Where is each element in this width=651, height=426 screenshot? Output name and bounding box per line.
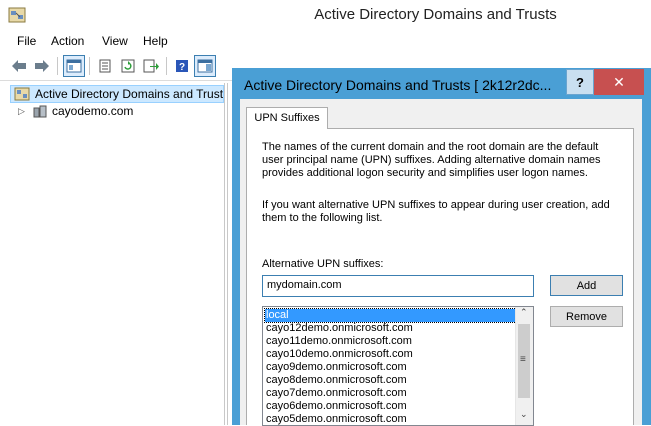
close-icon: ✕ — [613, 73, 625, 90]
domain-icon — [33, 105, 47, 118]
dialog-close-button[interactable]: ✕ — [594, 69, 644, 95]
toolbar-separator — [57, 57, 58, 75]
svg-text:?: ? — [179, 62, 185, 73]
toolbar-separator — [89, 57, 90, 75]
window-title: Active Directory Domains and Trusts — [314, 6, 557, 23]
export-list-icon[interactable] — [140, 55, 162, 77]
menu-help[interactable]: Help — [143, 34, 168, 48]
list-item[interactable]: cayo8demo.onmicrosoft.com — [265, 374, 518, 387]
list-item[interactable]: cayo5demo.onmicrosoft.com — [265, 413, 518, 425]
tree-root-item[interactable]: Active Directory Domains and Trust — [10, 85, 224, 103]
instruction-text: If you want alternative UPN suffixes to … — [262, 199, 610, 224]
tab-upn-suffixes[interactable]: UPN Suffixes — [246, 107, 328, 129]
expand-chevron-icon[interactable]: ▷ — [18, 106, 25, 117]
forward-arrow-icon[interactable] — [31, 55, 53, 77]
domains-trusts-icon — [14, 87, 30, 101]
list-item[interactable]: cayo11demo.onmicrosoft.com — [265, 335, 518, 348]
list-item[interactable]: local — [264, 308, 519, 323]
list-item[interactable]: cayo10demo.onmicrosoft.com — [265, 348, 518, 361]
list-item[interactable]: cayo7demo.onmicrosoft.com — [265, 387, 518, 400]
menu-bar: File Action View Help — [0, 31, 651, 51]
tree-item-cayodemo[interactable]: cayodemo.com — [52, 104, 133, 118]
list-scrollbar[interactable]: ⌃ ≡ ⌄ — [515, 307, 533, 425]
show-action-pane-icon[interactable] — [194, 55, 216, 77]
remove-button[interactable]: Remove — [550, 306, 623, 327]
grip-icon: ≡ — [520, 354, 526, 365]
console-tree-icon[interactable] — [63, 55, 85, 77]
scroll-down-chevron-icon[interactable]: ⌄ — [520, 409, 528, 420]
menu-action[interactable]: Action — [51, 34, 84, 48]
scroll-up-chevron-icon[interactable]: ⌃ — [520, 307, 528, 318]
menu-view[interactable]: View — [102, 34, 128, 48]
upn-suffix-list[interactable]: local cayo12demo.onmicrosoft.com cayo11dem… — [262, 306, 534, 426]
add-button[interactable]: Add — [550, 275, 623, 296]
list-item[interactable]: cayo9demo.onmicrosoft.com — [265, 361, 518, 374]
properties-icon[interactable] — [94, 55, 116, 77]
toolbar-separator — [166, 57, 167, 75]
properties-dialog: Active Directory Domains and Trusts [ 2k… — [232, 68, 651, 426]
description-text: The names of the current domain and the … — [262, 141, 601, 179]
list-item[interactable]: cayo12demo.onmicrosoft.com — [265, 322, 518, 335]
menu-file[interactable]: File — [17, 34, 36, 48]
tree-root-label: Active Directory Domains and Trust — [35, 87, 224, 101]
back-arrow-icon[interactable] — [8, 55, 30, 77]
tab-panel: The names of the current domain and the … — [246, 128, 634, 426]
refresh-icon[interactable] — [117, 55, 139, 77]
console-tree: Active Directory Domains and Trust ▷ cay… — [6, 83, 225, 425]
dialog-help-button[interactable]: ? — [566, 69, 594, 95]
title-bar: Active Directory Domains and Trusts — [0, 0, 651, 30]
help-icon[interactable]: ? — [171, 55, 193, 77]
list-item[interactable]: cayo6demo.onmicrosoft.com — [265, 400, 518, 413]
dialog-body: UPN Suffixes The names of the current do… — [240, 99, 642, 426]
upn-suffix-input[interactable]: mydomain.com — [262, 275, 534, 297]
upn-field-label: Alternative UPN suffixes: — [262, 258, 384, 270]
dialog-title: Active Directory Domains and Trusts [ 2k… — [244, 77, 552, 93]
